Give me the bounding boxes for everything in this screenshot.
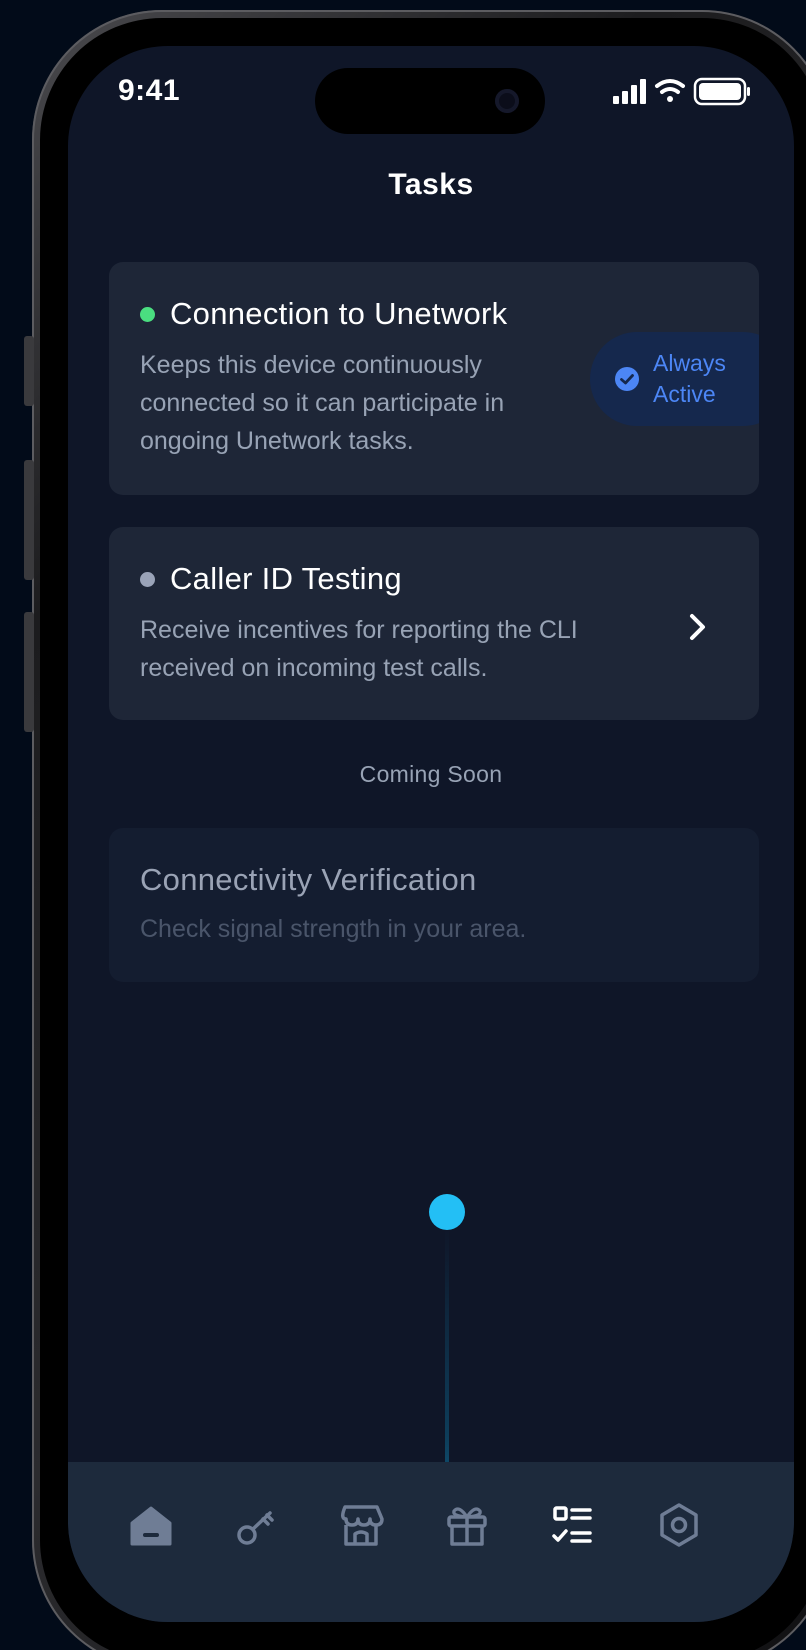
status-time: 9:41 bbox=[118, 74, 181, 107]
touch-indicator bbox=[429, 1194, 465, 1230]
status-dot-active bbox=[140, 307, 155, 322]
tab-home[interactable] bbox=[126, 1500, 176, 1550]
tab-rewards[interactable] bbox=[442, 1500, 492, 1550]
badge-label: Always Active bbox=[653, 350, 726, 407]
device-stage: 9:41 Tasks Connection to Unetwork Keeps … bbox=[0, 0, 806, 1650]
battery-icon bbox=[693, 77, 750, 106]
task-description: Keeps this device continuously connected… bbox=[140, 351, 505, 455]
status-dot-inactive bbox=[140, 572, 155, 587]
action-button bbox=[24, 336, 34, 406]
volume-up-button bbox=[24, 460, 34, 580]
tab-store[interactable] bbox=[336, 1500, 386, 1550]
task-title: Connection to Unetwork bbox=[170, 296, 508, 331]
dynamic-island bbox=[315, 68, 545, 134]
task-title: Caller ID Testing bbox=[170, 561, 402, 596]
bottom-tab-bar bbox=[68, 1462, 794, 1622]
task-description: Receive incentives for reporting the CLI… bbox=[140, 616, 578, 682]
tasks-icon bbox=[552, 1506, 592, 1543]
tab-keys[interactable] bbox=[232, 1500, 282, 1550]
tab-settings[interactable] bbox=[654, 1500, 704, 1550]
store-icon bbox=[341, 1505, 384, 1546]
task-title: Connectivity Verification bbox=[140, 862, 477, 897]
front-camera-icon bbox=[495, 89, 519, 113]
settings-hexagon-icon bbox=[660, 1503, 698, 1547]
always-active-badge: Always Active bbox=[590, 332, 759, 426]
app-screen: 9:41 Tasks Connection to Unetwork Keeps … bbox=[68, 46, 794, 1622]
gift-icon bbox=[447, 1507, 487, 1546]
task-card-connection[interactable]: Connection to Unetwork Keeps this device… bbox=[109, 262, 759, 495]
wifi-icon bbox=[655, 79, 685, 102]
status-icons bbox=[613, 76, 753, 108]
task-description: Check signal strength in your area. bbox=[140, 915, 527, 943]
home-icon bbox=[130, 1506, 172, 1546]
volume-down-button bbox=[24, 612, 34, 732]
tab-tasks[interactable] bbox=[548, 1500, 598, 1550]
chevron-right-icon[interactable] bbox=[687, 612, 709, 642]
cellular-signal-icon bbox=[613, 79, 646, 104]
check-circle-icon bbox=[615, 367, 639, 391]
page-title: Tasks bbox=[388, 168, 474, 201]
task-card-caller-id[interactable]: Caller ID Testing Receive incentives for… bbox=[109, 527, 759, 720]
coming-soon-label: Coming Soon bbox=[359, 761, 503, 787]
task-card-connectivity-verification: Connectivity Verification Check signal s… bbox=[109, 828, 759, 982]
key-icon bbox=[237, 1511, 274, 1545]
